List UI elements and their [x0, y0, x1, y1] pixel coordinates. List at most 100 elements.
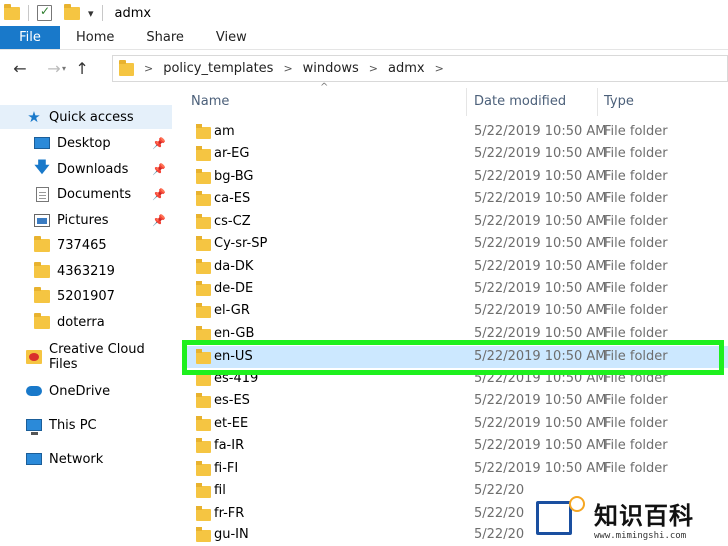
table-row[interactable]: fa-IR 5/22/2019 10:50 AM File folder	[186, 435, 728, 457]
table-row[interactable]: es-ES 5/22/2019 10:50 AM File folder	[186, 390, 728, 412]
recent-locations-icon[interactable]: ▾	[62, 64, 66, 73]
file-name: ca-ES	[214, 191, 251, 206]
breadcrumb-policy-templates[interactable]: policy_templates	[163, 61, 273, 76]
up-button[interactable]: ↑	[68, 59, 96, 78]
folder-icon	[196, 236, 211, 251]
tab-share[interactable]: Share	[130, 26, 200, 49]
column-header-name[interactable]: Name	[191, 86, 229, 116]
file-name: Cy-sr-SP	[214, 236, 268, 251]
file-type: File folder	[604, 236, 668, 251]
sidebar-item-creative-cloud[interactable]: Creative Cloud Files	[0, 342, 172, 372]
column-divider[interactable]	[597, 88, 598, 116]
chevron-right-icon[interactable]: >	[369, 62, 378, 75]
pin-icon[interactable]: 📌	[152, 188, 166, 201]
breadcrumb-admx[interactable]: admx	[388, 61, 425, 76]
table-row[interactable]: el-GR 5/22/2019 10:50 AM File folder	[186, 300, 728, 322]
folder-icon	[196, 438, 211, 453]
table-row[interactable]: de-DE 5/22/2019 10:50 AM File folder	[186, 278, 728, 300]
sidebar-item-folder-5201907[interactable]: 5201907	[0, 284, 172, 308]
folder-icon	[196, 124, 211, 139]
sidebar-item-label: Network	[49, 451, 104, 467]
folder-icon	[196, 214, 211, 229]
table-row[interactable]: cs-CZ 5/22/2019 10:50 AM File folder	[186, 211, 728, 233]
quick-access-toolbar: ▾	[0, 0, 103, 26]
sidebar-item-label: This PC	[49, 417, 97, 433]
sidebar-item-label: 4363219	[57, 263, 115, 279]
sidebar-item-desktop[interactable]: Desktop 📌	[0, 131, 172, 155]
sidebar-item-folder-737465[interactable]: 737465	[0, 233, 172, 257]
sidebar-item-onedrive[interactable]: OneDrive	[0, 379, 172, 403]
file-name: el-GR	[214, 303, 250, 318]
pin-icon[interactable]: 📌	[152, 137, 166, 150]
folder-icon	[196, 483, 211, 498]
chevron-right-icon[interactable]: >	[283, 62, 292, 75]
file-type: File folder	[604, 281, 668, 296]
tab-file[interactable]: File	[0, 26, 60, 49]
chevron-right-icon[interactable]: >	[144, 62, 153, 75]
pin-icon[interactable]: 📌	[152, 214, 166, 227]
file-type: File folder	[604, 393, 668, 408]
column-divider[interactable]	[466, 88, 467, 116]
folder-icon	[196, 146, 211, 161]
pin-icon[interactable]: 📌	[152, 163, 166, 176]
tab-home[interactable]: Home	[60, 26, 130, 49]
sidebar-item-downloads[interactable]: 🡇 Downloads 📌	[0, 157, 172, 181]
sidebar-item-label: Downloads	[57, 161, 129, 177]
tab-view[interactable]: View	[200, 26, 263, 49]
table-row[interactable]: ar-EG 5/22/2019 10:50 AM File folder	[186, 143, 728, 165]
sidebar-item-folder-4363219[interactable]: 4363219	[0, 259, 172, 283]
toolbar-separator	[101, 5, 103, 21]
document-icon	[35, 186, 49, 202]
sidebar-item-this-pc[interactable]: This PC	[0, 413, 172, 437]
properties-icon[interactable]	[37, 4, 52, 21]
file-date: 5/22/2019 10:50 AM	[474, 303, 607, 318]
toolbar-separator	[28, 5, 29, 21]
file-name: et-EE	[214, 416, 249, 431]
folder-icon	[196, 393, 211, 408]
file-date: 5/22/2019 10:50 AM	[474, 281, 607, 296]
selection-highlight-box	[182, 340, 724, 375]
table-row[interactable]: bg-BG 5/22/2019 10:50 AM File folder	[186, 166, 728, 188]
sidebar-item-documents[interactable]: Documents 📌	[0, 182, 172, 206]
computer-icon	[26, 419, 42, 435]
file-date: 5/22/2019 10:50 AM	[474, 326, 607, 341]
folder-icon	[196, 259, 211, 274]
file-name: gu-IN	[214, 527, 249, 542]
sidebar-item-label: Documents	[57, 186, 132, 202]
sidebar-item-network[interactable]: Network	[0, 447, 172, 471]
file-date: 5/22/2019 10:50 AM	[474, 124, 607, 139]
breadcrumb-windows[interactable]: windows	[303, 61, 359, 76]
new-folder-icon[interactable]	[64, 3, 80, 20]
download-arrow-icon: 🡇	[34, 157, 50, 176]
column-header-type[interactable]: Type	[604, 86, 634, 116]
customize-toolbar-icon[interactable]: ▾	[88, 7, 94, 20]
file-name: bg-BG	[214, 169, 254, 184]
table-row[interactable]: et-EE 5/22/2019 10:50 AM File folder	[186, 413, 728, 435]
table-row[interactable]: fi-FI 5/22/2019 10:50 AM File folder	[186, 458, 728, 480]
folder-icon	[196, 416, 211, 431]
table-row[interactable]: ca-ES 5/22/2019 10:50 AM File folder	[186, 188, 728, 210]
sidebar-item-quick-access[interactable]: ★ Quick access	[0, 105, 172, 129]
table-row[interactable]: da-DK 5/22/2019 10:50 AM File folder	[186, 256, 728, 278]
folder-icon	[4, 3, 20, 20]
file-type: File folder	[604, 124, 668, 139]
chevron-right-icon[interactable]: >	[435, 62, 444, 75]
sidebar-item-label: 5201907	[57, 288, 115, 304]
file-date: 5/22/20	[474, 483, 525, 498]
address-bar[interactable]: > policy_templates > windows > admx >	[112, 55, 728, 82]
sidebar-item-folder-doterra[interactable]: doterra	[0, 310, 172, 334]
sidebar-item-pictures[interactable]: Pictures 📌	[0, 208, 172, 232]
watermark: 知识百科 www.mimingshi.com	[530, 490, 728, 546]
file-date: 5/22/2019 10:50 AM	[474, 461, 607, 476]
sidebar-item-label: Creative Cloud Files	[49, 342, 145, 372]
file-type: File folder	[604, 303, 668, 318]
sidebar-item-label: Quick access	[49, 109, 134, 125]
column-header-date-modified[interactable]: Date modified	[474, 86, 566, 116]
sidebar-item-label: Pictures	[57, 212, 109, 228]
table-row[interactable]: am 5/22/2019 10:50 AM File folder	[186, 121, 728, 143]
file-date: 5/22/2019 10:50 AM	[474, 259, 607, 274]
table-row[interactable]: Cy-sr-SP 5/22/2019 10:50 AM File folder	[186, 233, 728, 255]
back-button[interactable]: ←	[6, 59, 34, 78]
folder-icon	[196, 191, 211, 206]
file-date: 5/22/2019 10:50 AM	[474, 169, 607, 184]
